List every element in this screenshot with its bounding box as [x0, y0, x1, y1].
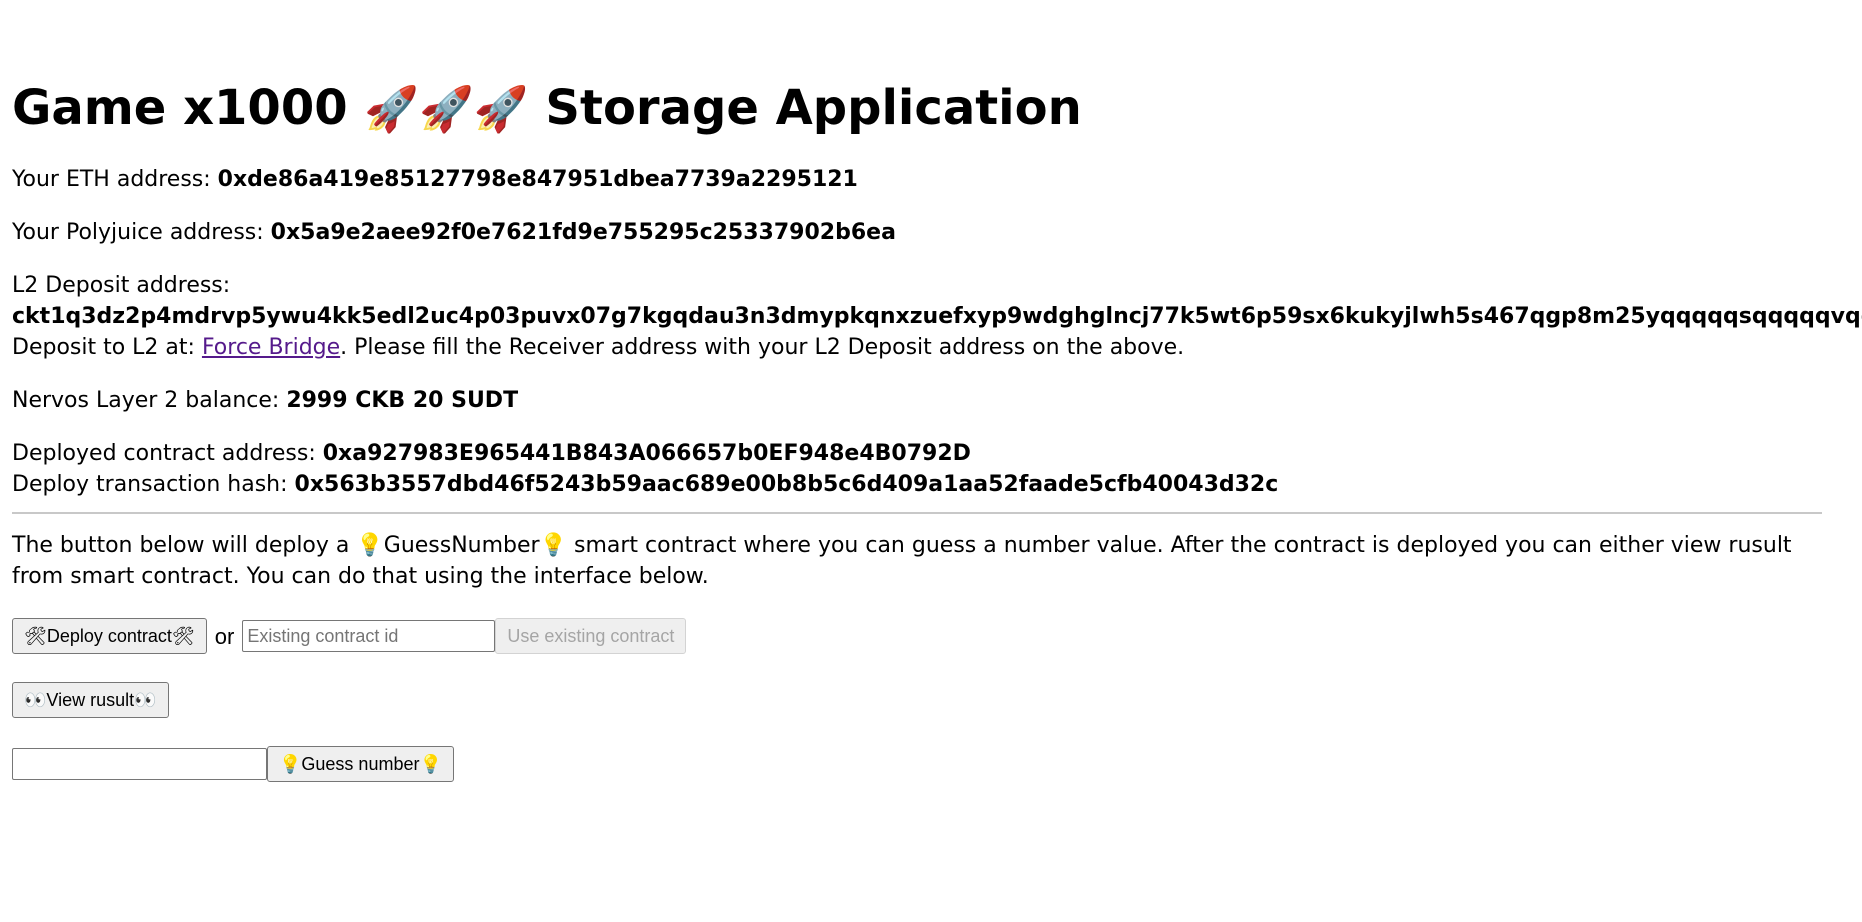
contract-address-value: 0xa927983E965441B843A066657b0EF948e4B079…	[322, 441, 971, 466]
balance-value: 2999 CKB 20 SUDT	[286, 388, 519, 413]
deposit-instructions: Deposit to L2 at: Force Bridge. Please f…	[12, 332, 1850, 363]
balance-line: Nervos Layer 2 balance: 2999 CKB 20 SUDT	[12, 385, 1850, 416]
deposit-address-label: L2 Deposit address:	[12, 273, 231, 298]
deploy-row: 🛠Deploy contract🛠 or Use existing contra…	[12, 618, 1850, 654]
deploy-hash-label: Deploy transaction hash:	[12, 472, 295, 497]
rocket-icon: 🚀🚀🚀	[364, 84, 529, 135]
deposit-suffix: . Please fill the Receiver address with …	[340, 335, 1185, 360]
or-text: or	[214, 623, 235, 649]
view-result-button[interactable]: 👀View rusult👀	[12, 682, 169, 718]
contract-address-label: Deployed contract address:	[12, 441, 323, 466]
page: Game x1000 🚀🚀🚀 Storage Application Your …	[0, 0, 1862, 782]
deposit-prefix: Deposit to L2 at:	[12, 335, 202, 360]
title-suffix: Storage Application	[545, 80, 1082, 136]
eth-address-line: Your ETH address: 0xde86a419e85127798e84…	[12, 164, 1850, 195]
force-bridge-link[interactable]: Force Bridge	[202, 335, 340, 360]
polyjuice-address-label: Your Polyjuice address:	[12, 220, 271, 245]
deposit-section: L2 Deposit address: ckt1q3dz2p4mdrvp5ywu…	[12, 270, 1862, 363]
description: The button below will deploy a 💡GuessNum…	[12, 533, 1792, 589]
deposit-address-value: ckt1q3dz2p4mdrvp5ywu4kk5edl2uc4p03puvx07…	[12, 304, 1862, 329]
deploy-hash-value: 0x563b3557dbd46f5243b59aac689e00b8b5c6d4…	[294, 472, 1279, 497]
divider	[12, 512, 1822, 514]
use-existing-contract-button[interactable]: Use existing contract	[495, 618, 687, 654]
contract-info: Deployed contract address: 0xa927983E965…	[12, 438, 1850, 500]
balance-label: Nervos Layer 2 balance:	[12, 388, 287, 413]
view-row: 👀View rusult👀	[12, 682, 1850, 718]
polyjuice-address-value: 0x5a9e2aee92f0e7621fd9e755295c25337902b6…	[270, 220, 896, 245]
contract-address-line: Deployed contract address: 0xa927983E965…	[12, 438, 1850, 469]
polyjuice-address-line: Your Polyjuice address: 0x5a9e2aee92f0e7…	[12, 217, 1850, 248]
page-title: Game x1000 🚀🚀🚀 Storage Application	[12, 0, 1850, 142]
deploy-contract-button[interactable]: 🛠Deploy contract🛠	[12, 618, 207, 654]
deploy-hash-line: Deploy transaction hash: 0x563b3557dbd46…	[12, 469, 1850, 500]
guess-number-button[interactable]: 💡Guess number💡	[267, 746, 454, 782]
existing-contract-id-input[interactable]	[242, 620, 496, 652]
guess-row: 💡Guess number💡	[12, 746, 1850, 782]
eth-address-label: Your ETH address:	[12, 167, 218, 192]
guess-number-input[interactable]	[12, 748, 267, 780]
title-prefix: Game x1000	[12, 80, 348, 136]
eth-address-value: 0xde86a419e85127798e847951dbea7739a22951…	[217, 167, 858, 192]
